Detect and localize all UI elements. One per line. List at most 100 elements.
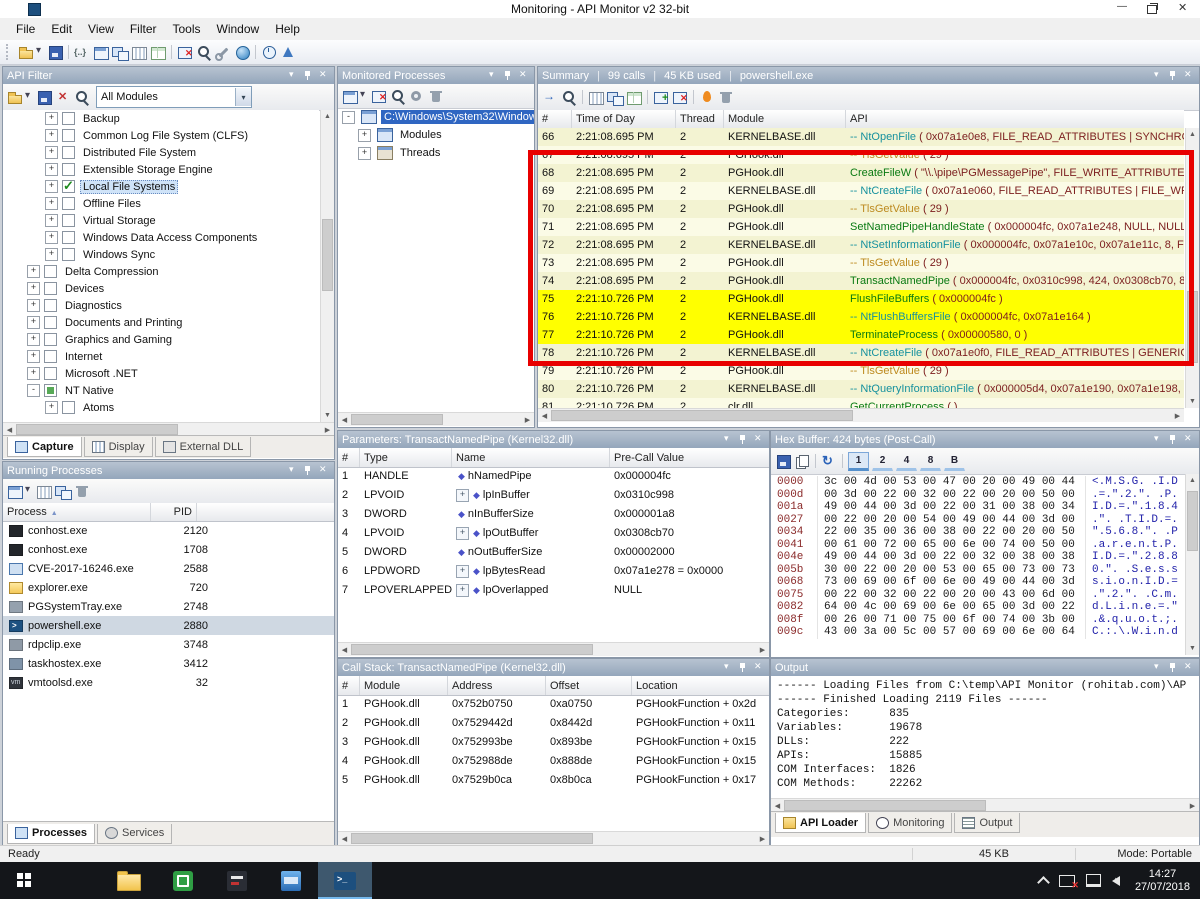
parameter-row[interactable]: 6LPDWORDlpBytesRead0x07a1e278 = 0x0000	[338, 562, 769, 581]
pin-icon[interactable]	[501, 69, 515, 82]
checkbox[interactable]	[44, 265, 57, 278]
win-pair-icon[interactable]	[54, 483, 72, 500]
expand-plus-icon[interactable]	[358, 129, 371, 142]
start-taskbar-button[interactable]	[0, 862, 48, 899]
filter-tree-label[interactable]: Graphics and Gaming	[62, 333, 175, 347]
column-header--[interactable]: #	[338, 448, 360, 467]
scroll-thumb[interactable]	[351, 414, 443, 425]
checkbox[interactable]	[62, 197, 75, 210]
columns-icon[interactable]	[587, 89, 605, 106]
panel-menu-icon[interactable]	[286, 69, 300, 82]
tab-display[interactable]: Display	[84, 437, 153, 457]
menu-item-filter[interactable]: Filter	[122, 19, 165, 39]
collapse-icon[interactable]	[342, 111, 355, 124]
columns-icon[interactable]	[130, 44, 148, 61]
menu-item-tools[interactable]: Tools	[165, 19, 209, 39]
close-icon[interactable]	[1181, 433, 1195, 446]
checkbox[interactable]	[62, 163, 75, 176]
filter-tree-label[interactable]: Delta Compression	[62, 265, 162, 279]
expand-plus-icon[interactable]	[45, 248, 58, 261]
parameter-row[interactable]: 5DWORDnOutBufferSize0x00002000	[338, 543, 769, 562]
tree-item-label[interactable]: Threads	[397, 146, 443, 160]
panel-menu-icon[interactable]	[721, 433, 735, 446]
network-icon[interactable]	[1086, 874, 1101, 887]
column-header-pre-call-value[interactable]: Pre-Call Value	[610, 448, 769, 467]
output-horizontal-scrollbar[interactable]	[771, 798, 1199, 812]
scroll-thumb[interactable]	[322, 219, 333, 291]
filter-tree-label[interactable]: Devices	[62, 282, 107, 296]
expand-plus-icon[interactable]	[456, 489, 469, 502]
call-stack-row[interactable]: 1PGHook.dll0x752b07500xa0750PGHookFuncti…	[338, 695, 769, 714]
filter-tree-label[interactable]: Distributed File System	[80, 146, 199, 160]
call-stack-row[interactable]: 3PGHook.dll0x752993be0x893bePGHookFuncti…	[338, 733, 769, 752]
tab-output[interactable]: Output	[954, 813, 1020, 833]
checkbox[interactable]	[44, 350, 57, 363]
win-pair-icon[interactable]	[111, 44, 129, 61]
filter-tree-label[interactable]: Offline Files	[80, 197, 144, 211]
scroll-left-icon[interactable]	[338, 413, 351, 426]
menu-item-view[interactable]: View	[80, 19, 122, 39]
save-icon[interactable]	[35, 89, 53, 106]
globe-icon[interactable]	[233, 44, 251, 61]
filter-tree-label[interactable]: Windows Data Access Components	[80, 231, 260, 245]
checkbox[interactable]	[44, 316, 57, 329]
checkbox[interactable]	[62, 112, 75, 125]
table-icon[interactable]	[625, 89, 643, 106]
summary-vertical-scrollbar[interactable]	[1185, 128, 1199, 408]
call-stack-row[interactable]: 5PGHook.dll0x7529b0ca0x8b0caPGHookFuncti…	[338, 771, 769, 790]
call-stack-horizontal-scrollbar[interactable]	[338, 831, 769, 845]
scroll-up-icon[interactable]	[1186, 128, 1199, 141]
expand-plus-icon[interactable]	[27, 299, 40, 312]
expand-plus-icon[interactable]	[27, 265, 40, 278]
flame-icon[interactable]	[698, 89, 716, 106]
panel-menu-icon[interactable]	[286, 464, 300, 477]
group-by-4-button[interactable]: 4	[896, 452, 917, 471]
scroll-thumb[interactable]	[784, 800, 986, 811]
checkbox[interactable]	[62, 231, 75, 244]
filter-tree-label[interactable]: Local File Systems	[80, 180, 178, 194]
process-row[interactable]: vmtoolsd.exe32	[3, 673, 334, 692]
close-icon[interactable]	[1181, 69, 1195, 82]
expand-plus-icon[interactable]	[45, 180, 58, 193]
parameter-row[interactable]: 7LPOVERLAPPEDlpOverlappedNULL	[338, 581, 769, 600]
panel-menu-icon[interactable]	[1151, 661, 1165, 674]
expand-plus-icon[interactable]	[45, 231, 58, 244]
scroll-right-icon[interactable]	[1171, 409, 1184, 422]
api-call-row[interactable]: 712:21:08.695 PM2PGHook.dllSetNamedPipeH…	[538, 218, 1184, 236]
parameters-horizontal-scrollbar[interactable]	[338, 642, 769, 656]
green-app-taskbar-button[interactable]	[156, 862, 210, 899]
dark-app-taskbar-button[interactable]	[210, 862, 264, 899]
column-header-process[interactable]: Process	[3, 503, 151, 521]
trash-icon[interactable]	[73, 483, 91, 500]
api-call-row[interactable]: 682:21:08.695 PM2PGHook.dllCreateFileW (…	[538, 164, 1184, 182]
scroll-right-icon[interactable]	[521, 413, 534, 426]
close-button[interactable]	[1168, 0, 1198, 17]
find-icon[interactable]	[73, 89, 91, 106]
process-row[interactable]: explorer.exe720	[3, 578, 334, 597]
menu-item-file[interactable]: File	[8, 19, 43, 39]
caret-icon[interactable]	[36, 44, 45, 61]
scroll-down-icon[interactable]	[1186, 395, 1199, 408]
open-folder-icon[interactable]	[6, 89, 24, 106]
monitored-horizontal-scrollbar[interactable]	[338, 412, 534, 426]
monitor-add-icon[interactable]	[652, 89, 670, 106]
column-header-name[interactable]: Name	[452, 448, 610, 467]
expand-plus-icon[interactable]	[45, 146, 58, 159]
column-header-module[interactable]: Module	[724, 110, 846, 128]
scroll-up-icon[interactable]	[1186, 474, 1199, 487]
parameter-row[interactable]: 3DWORDnInBufferSize0x000001a8	[338, 505, 769, 524]
expand-plus-icon[interactable]	[27, 367, 40, 380]
summary-horizontal-scrollbar[interactable]	[538, 408, 1184, 422]
copy-icon[interactable]	[793, 453, 811, 470]
taskbar-clock[interactable]: 14:27 27/07/2018	[1135, 868, 1190, 894]
api-call-row[interactable]: 742:21:08.695 PM2PGHook.dllTransactNamed…	[538, 272, 1184, 290]
tray-chevron-icon[interactable]	[1037, 876, 1050, 889]
scroll-right-icon[interactable]	[756, 832, 769, 845]
checkbox[interactable]	[44, 282, 57, 295]
pin-icon[interactable]	[301, 69, 315, 82]
find-icon[interactable]	[389, 88, 407, 105]
caret-icon[interactable]	[25, 89, 34, 106]
api-call-row[interactable]: 732:21:08.695 PM2PGHook.dll-- TlsGetValu…	[538, 254, 1184, 272]
process-row[interactable]: rdpclip.exe3748	[3, 635, 334, 654]
checkbox[interactable]	[44, 384, 57, 397]
